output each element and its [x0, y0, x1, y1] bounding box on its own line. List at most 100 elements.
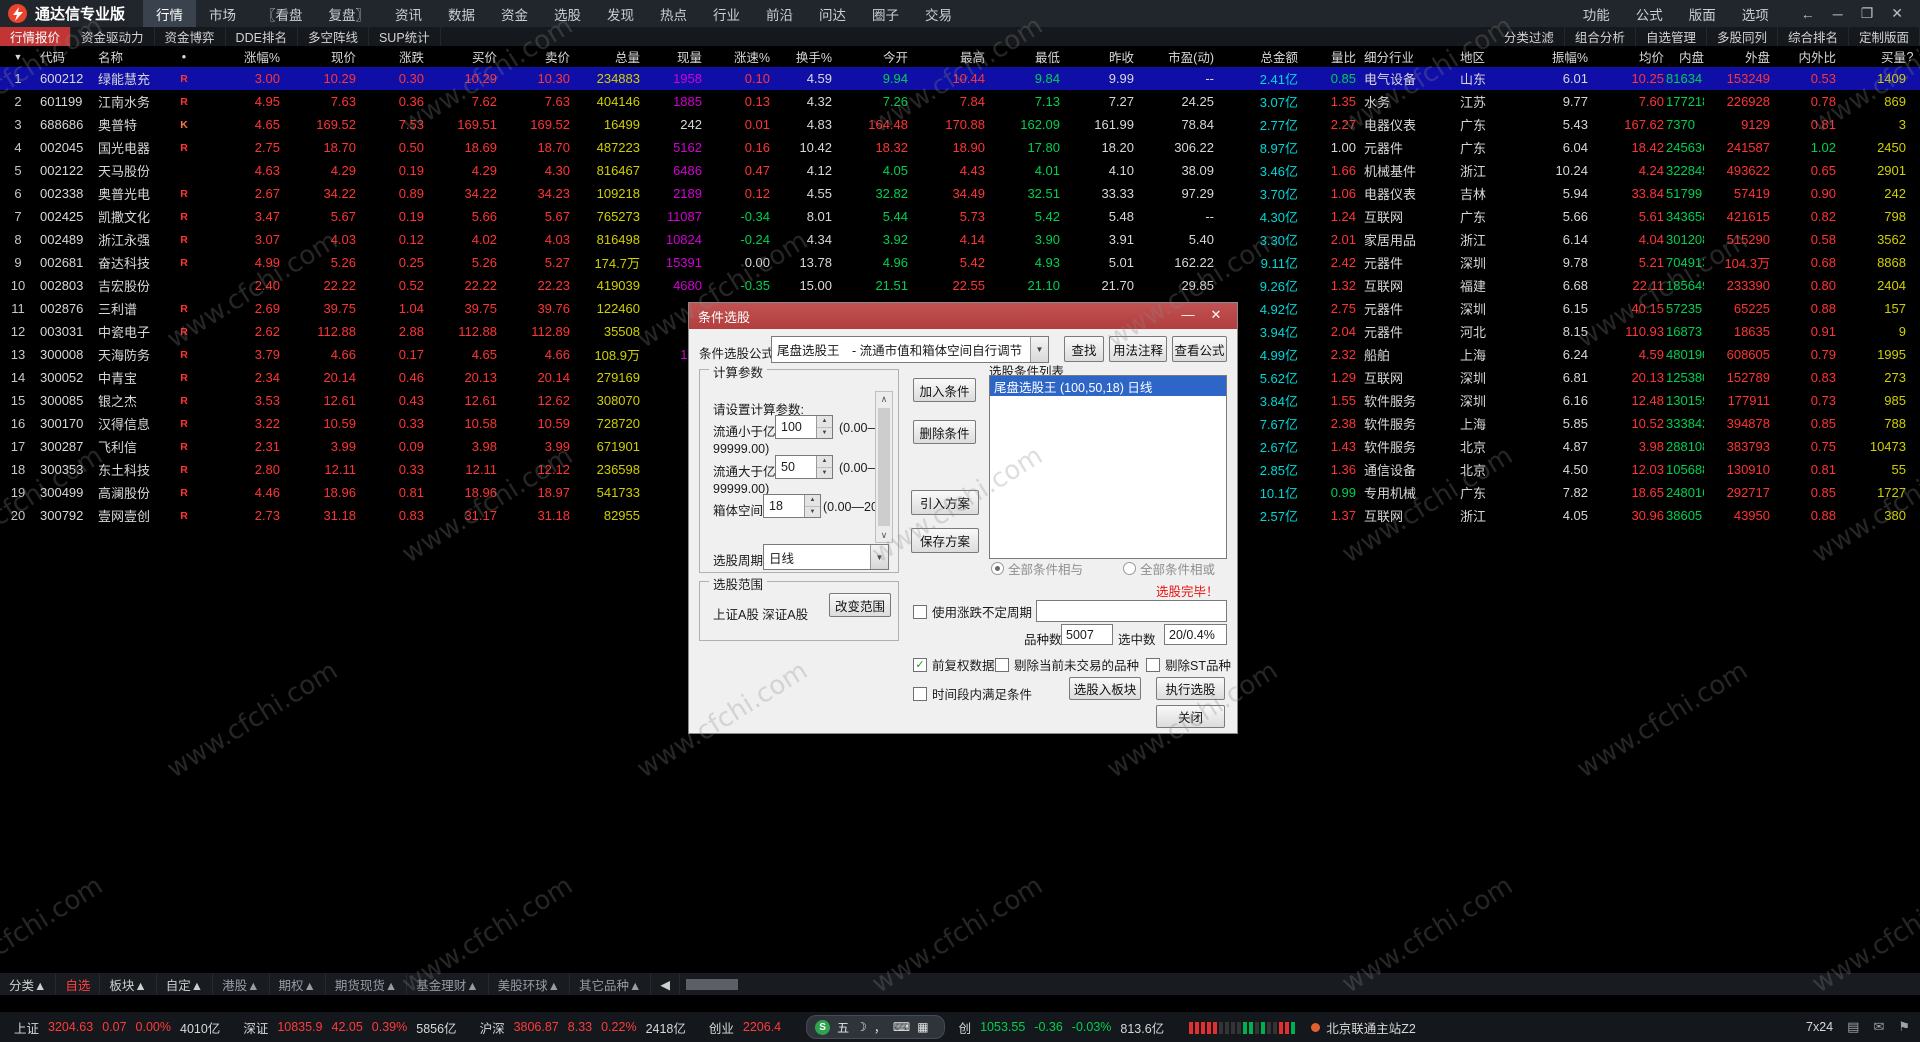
toolbar-item-5[interactable]: SUP统计 — [369, 27, 441, 46]
column-header-2[interactable]: • — [174, 46, 194, 67]
tab-1[interactable]: 自选 — [56, 973, 101, 995]
menu-item-0[interactable]: 行情 — [143, 0, 197, 27]
spinner-buttons[interactable]: ▲ ▼ — [804, 495, 820, 517]
variable-period-field[interactable] — [1036, 600, 1227, 622]
table-row[interactable]: 4 002045 国光电器 R 2.75 18.70 0.50 18.69 18.70 48722… — [0, 136, 1920, 159]
column-header-21[interactable]: 振幅% — [1512, 46, 1588, 67]
formula-select[interactable]: 尾盘选股王 - 流通市值和箱体空间自行调节 ▼ — [771, 336, 1049, 363]
menu-right-item-3[interactable]: 选项 — [1729, 4, 1782, 24]
column-header-10[interactable]: 涨速% — [702, 46, 770, 67]
close-window-button[interactable]: ✕ — [1882, 5, 1912, 22]
column-header-26[interactable]: 买量 — [1836, 46, 1906, 67]
column-header-1[interactable]: 名称 — [98, 46, 172, 67]
symbol-count-field[interactable]: 5007 — [1061, 624, 1113, 645]
menu-item-3[interactable]: 复盘〗 — [316, 0, 383, 27]
tab-6[interactable]: 期货现货▲ — [326, 973, 408, 995]
chevron-down-icon[interactable]: ▼ — [1030, 337, 1048, 362]
back-button[interactable]: ← — [1792, 6, 1824, 22]
toolbar-right-item-0[interactable]: 分类过滤 — [1494, 27, 1565, 46]
column-header-13[interactable]: 最高 — [908, 46, 985, 67]
param-value-3[interactable]: 18 — [764, 495, 804, 517]
menu-item-10[interactable]: 行业 — [700, 0, 753, 27]
menu-right-item-2[interactable]: 版面 — [1676, 4, 1729, 24]
tab-0[interactable]: 分类▲ — [0, 973, 57, 995]
param-spinner-1[interactable]: 100 ▲ ▼ — [775, 415, 833, 439]
column-header-7[interactable]: 卖价 — [497, 46, 570, 67]
ime-icon-1[interactable]: ☽ — [856, 1020, 867, 1034]
tab-2[interactable]: 板块▲ — [100, 973, 157, 995]
header-help-icon[interactable]: ? — [1902, 46, 1918, 67]
column-header-18[interactable]: 量比 — [1298, 46, 1356, 67]
change-range-button[interactable]: 改变范围 — [829, 593, 891, 617]
import-plan-button[interactable]: 引入方案 — [911, 490, 979, 515]
column-header-0[interactable]: 代码 — [40, 46, 96, 67]
announce-icon[interactable]: ⚑ — [1898, 1019, 1910, 1035]
param-spinner-2[interactable]: 50 ▲ ▼ — [775, 455, 833, 479]
column-header-5[interactable]: 涨跌 — [356, 46, 424, 67]
tab-scrollbar[interactable] — [686, 978, 739, 990]
to-block-button[interactable]: 选股入板块 — [1069, 677, 1141, 700]
menu-right-item-1[interactable]: 公式 — [1623, 4, 1676, 24]
column-header-11[interactable]: 换手% — [770, 46, 832, 67]
table-row[interactable]: 6 002338 奥普光电 R 2.67 34.22 0.89 34.22 34.23 10921… — [0, 182, 1920, 205]
condition-list-item[interactable]: 尾盘选股王 (100,50,18) 日线 — [990, 376, 1226, 396]
menu-item-9[interactable]: 热点 — [647, 0, 700, 27]
add-condition-button[interactable]: 加入条件 — [913, 378, 976, 402]
dialog-close-icon[interactable]: ✕ — [1207, 307, 1225, 323]
menu-item-8[interactable]: 发现 — [594, 0, 647, 27]
selected-count-field[interactable]: 20/0.4% — [1164, 624, 1227, 645]
menu-item-7[interactable]: 选股 — [541, 0, 594, 27]
scroll-up-icon[interactable]: ∧ — [881, 392, 888, 406]
table-row[interactable]: 5 002122 天马股份 4.63 4.29 0.19 4.29 4.30 816467 648… — [0, 159, 1920, 182]
scroll-down-icon[interactable]: ∨ — [881, 528, 888, 542]
table-row[interactable]: 1 600212 绿能慧充 R 3.00 10.29 0.30 10.29 10.30 23488… — [0, 67, 1920, 90]
menu-item-4[interactable]: 资讯 — [382, 0, 435, 27]
column-header-15[interactable]: 昨收 — [1060, 46, 1134, 67]
menu-item-13[interactable]: 圈子 — [859, 0, 912, 27]
toolbar-right-item-5[interactable]: 定制版面 — [1849, 27, 1920, 46]
column-header-23[interactable]: 内盘 — [1666, 46, 1704, 67]
column-header-16[interactable]: 市盈(动) — [1134, 46, 1214, 67]
tab-10[interactable]: ◀ — [651, 973, 681, 995]
ime-icon-2[interactable]: ， — [874, 1019, 886, 1036]
restore-button[interactable]: ❐ — [1852, 5, 1883, 22]
menu-item-14[interactable]: 交易 — [912, 0, 965, 27]
close-button[interactable]: 关闭 — [1156, 705, 1225, 728]
connection-status[interactable]: 北京联通主站Z2 — [1311, 1018, 1416, 1037]
chevron-down-icon[interactable]: ▼ — [870, 545, 888, 569]
scrollbar-thumb[interactable] — [878, 408, 890, 526]
param-value-2[interactable]: 50 — [776, 456, 816, 478]
usage-notes-button[interactable]: 用法注释 — [1109, 336, 1167, 362]
column-header-9[interactable]: 现量 — [640, 46, 702, 67]
column-header-6[interactable]: 买价 — [424, 46, 497, 67]
ime-icon-0[interactable]: 五 — [837, 1019, 849, 1036]
toolbar-item-2[interactable]: 资金博弈 — [155, 27, 226, 46]
execute-selection-button[interactable]: 执行选股 — [1156, 677, 1225, 700]
column-header-22[interactable]: 均价 — [1588, 46, 1664, 67]
view-formula-button[interactable]: 查看公式 — [1172, 336, 1227, 362]
column-header-4[interactable]: 现价 — [280, 46, 356, 67]
toolbar-item-1[interactable]: 资金驱动力 — [71, 27, 155, 46]
toolbar-item-3[interactable]: DDE排名 — [226, 27, 298, 46]
menu-item-12[interactable]: 问达 — [806, 0, 859, 27]
checkbox-exclude-not-traded[interactable]: 剔除当前未交易的品种 — [995, 655, 1139, 674]
save-plan-button[interactable]: 保存方案 — [911, 528, 979, 553]
tab-9[interactable]: 其它品种▲ — [570, 973, 652, 995]
menu-item-2[interactable]: 〖看盘 — [249, 0, 316, 27]
menu-item-11[interactable]: 前沿 — [753, 0, 806, 27]
param-spinner-3[interactable]: 18 ▲ ▼ — [763, 494, 821, 518]
menu-item-1[interactable]: 市场 — [196, 0, 249, 27]
param-value-1[interactable]: 100 — [776, 416, 816, 438]
column-header-19[interactable]: 细分行业 — [1364, 46, 1456, 67]
column-header-17[interactable]: 总金额 — [1214, 46, 1298, 67]
tab-7[interactable]: 基金理财▲ — [407, 973, 489, 995]
column-header-14[interactable]: 最低 — [985, 46, 1060, 67]
message-icon[interactable]: ✉ — [1873, 1019, 1884, 1035]
toolbar-right-item-1[interactable]: 组合分析 — [1565, 27, 1636, 46]
spinner-buttons[interactable]: ▲ ▼ — [816, 416, 832, 438]
tab-4[interactable]: 港股▲ — [213, 973, 270, 995]
menu-item-6[interactable]: 资金 — [488, 0, 541, 27]
condition-listbox[interactable]: 尾盘选股王 (100,50,18) 日线 — [989, 375, 1227, 559]
ime-icon-3[interactable]: ⌨ — [893, 1020, 910, 1034]
params-scrollbar[interactable]: ∧ ∨ — [875, 391, 893, 543]
